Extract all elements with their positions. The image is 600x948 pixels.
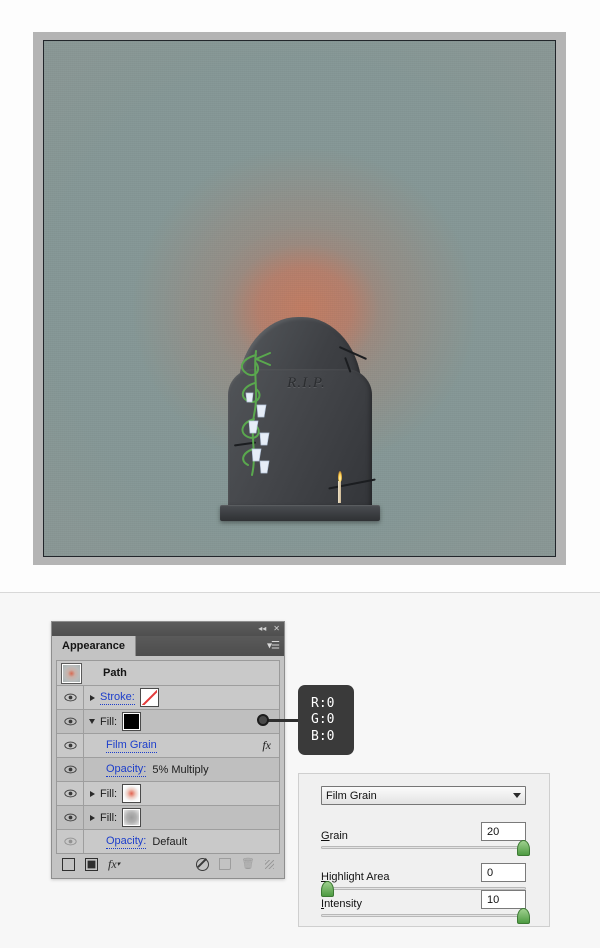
eye-icon bbox=[63, 813, 77, 822]
film-grain-label[interactable]: Film Grain bbox=[106, 739, 157, 753]
delete-item-icon[interactable]: 🗑 bbox=[241, 858, 255, 870]
intensity-slider-track[interactable] bbox=[321, 914, 526, 917]
panel-menu-icon[interactable]: ▾☰ bbox=[267, 641, 280, 652]
intensity-slider-thumb[interactable] bbox=[517, 908, 530, 924]
highlight-area-label: Highlight Area bbox=[321, 871, 390, 883]
effect-select-dropdown[interactable]: Film Grain bbox=[321, 786, 526, 805]
fill-3-label: Fill: bbox=[100, 811, 118, 824]
add-new-effect-icon[interactable]: fx ▾ bbox=[108, 857, 120, 872]
appearance-row-stroke[interactable]: Stroke: bbox=[57, 686, 279, 710]
path-thumbnail bbox=[61, 662, 82, 684]
fill-2-swatch-radial-gradient[interactable] bbox=[122, 784, 142, 803]
expand-triangle-stroke[interactable] bbox=[84, 694, 100, 701]
appearance-row-film-grain[interactable]: Film Grain fx bbox=[57, 734, 279, 758]
grain-slider-track[interactable] bbox=[321, 846, 526, 849]
effect-opacity-value[interactable]: 5% Multiply bbox=[152, 764, 208, 776]
eye-icon bbox=[63, 717, 77, 726]
canvas-frame: R.I.P. bbox=[33, 32, 566, 565]
visibility-toggle-effect-opacity[interactable] bbox=[57, 758, 84, 781]
film-grain-options-dialog: Film Grain Grain 20 Highlight Area 0 Int… bbox=[298, 773, 550, 927]
clear-appearance-button[interactable] bbox=[196, 857, 210, 871]
panel-titlebar: ◂◂ ✕ bbox=[52, 622, 284, 636]
fill-3-swatch-gray-gradient[interactable] bbox=[122, 808, 142, 827]
visibility-toggle-stroke[interactable] bbox=[57, 686, 84, 709]
intensity-label: Intensity bbox=[321, 898, 362, 910]
visibility-toggle-fill-3[interactable] bbox=[57, 806, 84, 829]
fill-1-swatch-black[interactable] bbox=[122, 712, 142, 731]
chevron-down-icon bbox=[513, 793, 521, 798]
rgb-color-tooltip: R:0 G:0 B:0 bbox=[298, 685, 354, 755]
appearance-row-fill-3[interactable]: Fill: bbox=[57, 806, 279, 830]
eye-icon bbox=[63, 693, 77, 702]
rgb-green-value: G:0 bbox=[311, 712, 335, 728]
candle bbox=[336, 471, 344, 503]
tombstone-illustration: R.I.P. bbox=[219, 317, 380, 532]
add-new-stroke-button[interactable] bbox=[62, 857, 75, 871]
appearance-row-fill-2[interactable]: Fill: bbox=[57, 782, 279, 806]
panel-footer-toolbar: fx ▾ 🗑 bbox=[56, 854, 280, 874]
ui-area: ◂◂ ✕ Appearance ▾☰ Path Stroke: Fill: Fi… bbox=[0, 592, 600, 948]
object-opacity-value[interactable]: Default bbox=[152, 836, 187, 848]
collapse-icon[interactable]: ◂◂ bbox=[258, 625, 266, 633]
fill-1-label: Fill: bbox=[100, 715, 118, 728]
fill-2-label: Fill: bbox=[100, 787, 118, 800]
stroke-swatch-none[interactable] bbox=[139, 688, 159, 707]
vine-with-flowers bbox=[240, 350, 271, 476]
panel-tab-row: Appearance ▾☰ bbox=[52, 636, 284, 656]
artwork-canvas[interactable]: R.I.P. bbox=[43, 40, 556, 557]
eye-icon bbox=[63, 765, 77, 774]
appearance-row-fill-1[interactable]: Fill: bbox=[57, 710, 279, 734]
panel-body: Path Stroke: Fill: Film Grain fx Opacity… bbox=[52, 656, 284, 878]
candle-flame bbox=[337, 471, 342, 482]
eye-icon bbox=[63, 837, 77, 846]
highlight-area-input[interactable]: 0 bbox=[481, 863, 526, 882]
duplicate-item-button[interactable] bbox=[219, 858, 232, 870]
effect-opacity-label[interactable]: Opacity: bbox=[106, 763, 147, 777]
appearance-panel: ◂◂ ✕ Appearance ▾☰ Path Stroke: Fill: Fi… bbox=[51, 621, 285, 879]
grain-control-group: Grain 20 bbox=[321, 822, 530, 856]
expand-triangle-fill-3[interactable] bbox=[84, 814, 100, 821]
grain-label: Grain bbox=[321, 830, 348, 842]
artboard-area: R.I.P. bbox=[0, 0, 600, 592]
rgb-red-value: R:0 bbox=[311, 695, 335, 711]
eye-icon bbox=[63, 789, 77, 798]
appearance-row-path[interactable]: Path bbox=[57, 661, 279, 686]
grain-slider-thumb[interactable] bbox=[517, 840, 530, 856]
expand-triangle-fill-2[interactable] bbox=[84, 790, 100, 797]
intensity-input[interactable]: 10 bbox=[481, 890, 526, 909]
appearance-row-effect-opacity[interactable]: Opacity: 5% Multiply bbox=[57, 758, 279, 782]
tab-appearance[interactable]: Appearance bbox=[52, 636, 136, 656]
close-icon[interactable]: ✕ bbox=[273, 625, 280, 633]
visibility-toggle-object-opacity[interactable] bbox=[57, 830, 84, 853]
effect-select-value: Film Grain bbox=[326, 789, 377, 802]
visibility-toggle-film-grain[interactable] bbox=[57, 734, 84, 757]
path-label: Path bbox=[103, 667, 127, 679]
candle-body bbox=[337, 481, 342, 503]
fx-indicator-icon[interactable]: fx bbox=[262, 738, 271, 753]
highlight-area-control-group: Highlight Area 0 bbox=[321, 863, 526, 897]
section-divider bbox=[0, 592, 600, 593]
resize-grip-icon[interactable] bbox=[265, 859, 274, 869]
grain-input[interactable]: 20 bbox=[481, 822, 526, 841]
intensity-control-group: Intensity 10 bbox=[321, 890, 530, 924]
object-opacity-label[interactable]: Opacity: bbox=[106, 835, 147, 849]
expand-triangle-fill-1[interactable] bbox=[84, 719, 100, 724]
visibility-toggle-fill-1[interactable] bbox=[57, 710, 84, 733]
tombstone-base bbox=[219, 505, 380, 521]
appearance-row-object-opacity[interactable]: Opacity: Default bbox=[57, 830, 279, 853]
rgb-blue-value: B:0 bbox=[311, 728, 335, 744]
visibility-toggle-fill-2[interactable] bbox=[57, 782, 84, 805]
appearance-rows: Path Stroke: Fill: Film Grain fx Opacity… bbox=[56, 660, 280, 854]
stroke-label[interactable]: Stroke: bbox=[100, 691, 135, 705]
eye-icon bbox=[63, 741, 77, 750]
add-new-fill-button[interactable] bbox=[85, 857, 98, 871]
callout-connector-node bbox=[257, 714, 269, 726]
